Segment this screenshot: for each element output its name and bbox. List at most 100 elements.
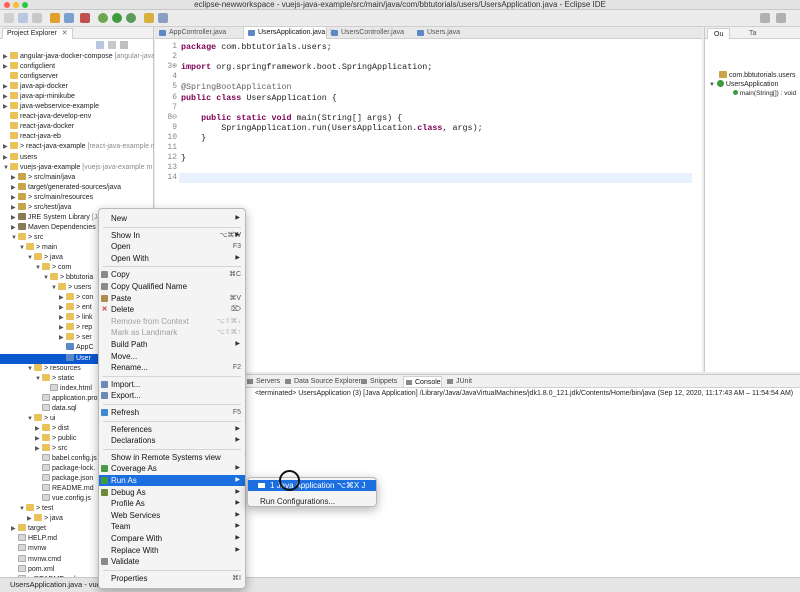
menu-item-copy-qualified-name[interactable]: Copy Qualified Name — [99, 281, 245, 292]
menu-item-mark-as-landmark[interactable]: Mark as Landmark ⌥⇧⌘↑ — [99, 327, 245, 338]
close-icon[interactable]: ✕ — [62, 30, 68, 37]
menu-item-properties[interactable]: Properties ⌘I — [99, 573, 245, 584]
chevron-right-icon[interactable]: ▶ — [35, 444, 42, 454]
tree-item[interactable]: ▶ > src/main/resources — [0, 192, 154, 203]
run-java-application-item[interactable]: 1 Java Application ⌥⌘X J — [248, 480, 376, 491]
chevron-down-icon[interactable]: ▼ — [19, 243, 26, 253]
editor-tab[interactable]: UsersApplication.java✕ — [243, 27, 335, 39]
tree-item[interactable]: ▶ angular-java-docker-compose [angular-ja… — [0, 52, 154, 62]
chevron-down-icon[interactable]: ▼ — [27, 414, 34, 424]
tree-item[interactable]: ▶ target/generated-sources/java — [0, 182, 154, 193]
menu-item-replace-with[interactable]: Replace With ▶ — [99, 545, 245, 556]
tree-item[interactable]: ▼ vuejs-java-example [vuejs-java-example … — [0, 162, 154, 173]
chevron-right-icon[interactable]: ▶ — [59, 333, 66, 343]
chevron-down-icon[interactable]: ▼ — [35, 263, 42, 273]
tab-outline[interactable]: Ou — [707, 28, 731, 39]
menu-item-show-in-remote-systems-view[interactable]: Show in Remote Systems view — [99, 452, 245, 463]
chevron-right-icon[interactable]: ▶ — [59, 323, 66, 333]
open-type-icon[interactable] — [144, 13, 154, 23]
chevron-down-icon[interactable]: ▼ — [51, 283, 58, 293]
menu-item-web-services[interactable]: Web Services ▶ — [99, 510, 245, 521]
package-icon[interactable] — [64, 13, 74, 23]
console-tab[interactable]: Snippets — [359, 376, 397, 387]
menu-item-coverage-as[interactable]: Coverage As ▶ — [99, 463, 245, 474]
chevron-right-icon[interactable]: ▶ — [3, 82, 10, 92]
build-icon[interactable] — [50, 13, 60, 23]
collapse-all-icon[interactable] — [96, 41, 104, 49]
print-icon[interactable] — [32, 13, 42, 23]
perspective-java-icon[interactable] — [760, 13, 770, 23]
menu-item-compare-with[interactable]: Compare With ▶ — [99, 533, 245, 544]
chevron-right-icon[interactable]: ▶ — [3, 153, 10, 163]
editor-tab[interactable]: Users.java — [413, 27, 473, 39]
tab-project-explorer[interactable]: Project Explorer ✕ — [2, 28, 73, 39]
chevron-right-icon[interactable]: ▶ — [59, 293, 66, 303]
outline-item-method[interactable]: main(String[]) : void — [733, 89, 796, 99]
tree-item[interactable]: ▶ java-api-minikube — [0, 92, 154, 102]
tree-item[interactable]: react-java-develop-env — [0, 112, 154, 122]
chevron-right-icon[interactable]: ▶ — [35, 424, 42, 434]
perspective-debug-icon[interactable] — [776, 13, 786, 23]
editor-tab[interactable]: AppController.java — [155, 27, 241, 39]
tree-item[interactable]: react-java-eb — [0, 132, 154, 142]
save-icon[interactable] — [18, 13, 28, 23]
coverage-icon[interactable] — [126, 13, 136, 23]
menu-item-profile-as[interactable]: Profile As ▶ — [99, 498, 245, 509]
chevron-down-icon[interactable]: ▼ — [35, 374, 42, 384]
tree-item[interactable]: ▶ configclient — [0, 62, 154, 72]
chevron-right-icon[interactable]: ▶ — [3, 52, 10, 62]
chevron-down-icon[interactable]: ▼ — [19, 504, 26, 514]
chevron-right-icon[interactable]: ▶ — [35, 434, 42, 444]
menu-item-open[interactable]: Open F3 — [99, 241, 245, 252]
console-tab[interactable]: Data Source Explorer — [283, 376, 361, 387]
console-tab[interactable]: JUnit — [445, 376, 472, 387]
menu-item-import[interactable]: Import... — [99, 379, 245, 390]
run-configurations-item[interactable]: Run Configurations... — [248, 496, 376, 507]
chevron-right-icon[interactable]: ▶ — [3, 142, 10, 152]
search-icon[interactable] — [158, 13, 168, 23]
console-tab[interactable]: Servers — [245, 376, 280, 387]
chevron-right-icon[interactable]: ▶ — [27, 514, 34, 524]
menu-item-run-as[interactable]: Run As ▶ — [99, 475, 245, 486]
tree-item[interactable]: ▶ > react-java-example [react-java-exampl… — [0, 142, 154, 152]
menu-item-copy[interactable]: Copy ⌘C — [99, 269, 245, 280]
menu-item-show-in[interactable]: Show In ⌥⌘W ▶ — [99, 230, 245, 241]
chevron-right-icon[interactable]: ▶ — [11, 183, 18, 193]
chevron-down-icon[interactable]: ▼ — [27, 253, 34, 263]
menu-item-validate[interactable]: Validate — [99, 556, 245, 567]
tree-item[interactable]: ▶ > src/main/java — [0, 172, 154, 183]
tree-item[interactable]: react-java-docker — [0, 122, 154, 132]
chevron-right-icon[interactable]: ▶ — [11, 173, 18, 183]
new-icon[interactable] — [4, 13, 14, 23]
chevron-right-icon[interactable]: ▶ — [59, 313, 66, 323]
tree-item[interactable]: configserver — [0, 72, 154, 82]
chevron-right-icon[interactable]: ▶ — [11, 213, 18, 223]
chevron-right-icon[interactable]: ▶ — [3, 102, 10, 112]
chevron-down-icon[interactable]: ▼ — [43, 273, 50, 283]
chevron-down-icon[interactable]: ▼ — [3, 163, 10, 173]
chevron-right-icon[interactable]: ▶ — [11, 203, 18, 213]
chevron-right-icon[interactable]: ▶ — [59, 303, 66, 313]
menu-item-move[interactable]: Move... — [99, 351, 245, 362]
chevron-right-icon[interactable]: ▶ — [3, 92, 10, 102]
run-icon[interactable] — [112, 13, 122, 23]
menu-item-references[interactable]: References ▶ — [99, 424, 245, 435]
link-editor-icon[interactable] — [108, 41, 116, 49]
chevron-right-icon[interactable]: ▶ — [11, 524, 18, 534]
tab-tasks[interactable]: Ta — [749, 28, 756, 39]
menu-item-team[interactable]: Team ▶ — [99, 521, 245, 532]
menu-item-remove-from-context[interactable]: Remove from Context ⌥⇧⌘↓ — [99, 316, 245, 327]
tree-item[interactable]: ▶ java-webservice-example — [0, 102, 154, 112]
chevron-down-icon[interactable]: ▼ — [27, 364, 34, 374]
menu-item-delete[interactable]: ✕ Delete ⌦ — [99, 304, 245, 315]
menu-icon[interactable] — [120, 41, 128, 49]
chevron-right-icon[interactable]: ▶ — [3, 62, 10, 72]
menu-item-refresh[interactable]: Refresh F5 — [99, 407, 245, 418]
menu-item-export[interactable]: Export... — [99, 390, 245, 401]
menu-item-rename[interactable]: Rename... F2 — [99, 362, 245, 373]
tree-item[interactable]: ▶ java-api-docker — [0, 82, 154, 92]
menu-item-debug-as[interactable]: Debug As ▶ — [99, 487, 245, 498]
chevron-right-icon[interactable]: ▶ — [11, 223, 18, 233]
chevron-down-icon[interactable]: ▼ — [11, 233, 18, 243]
menu-item-paste[interactable]: Paste ⌘V — [99, 293, 245, 304]
